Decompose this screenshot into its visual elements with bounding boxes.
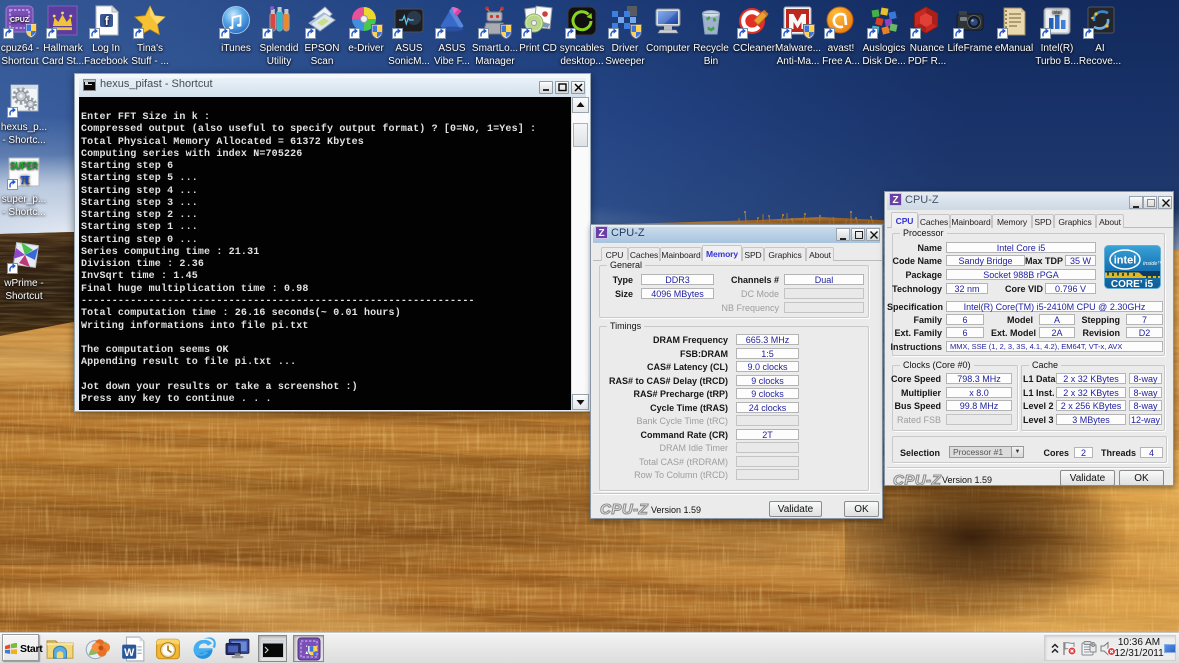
svg-text:intel: intel	[1052, 10, 1061, 16]
svg-text:π: π	[20, 169, 30, 188]
svg-text:CPUZ: CPUZ	[10, 17, 30, 24]
svg-text:W: W	[124, 647, 135, 659]
svg-text:CORE’ i5: CORE’ i5	[1111, 279, 1154, 289]
svg-text:intel: intel	[1114, 255, 1137, 267]
svg-text:inside™: inside™	[1143, 261, 1161, 267]
